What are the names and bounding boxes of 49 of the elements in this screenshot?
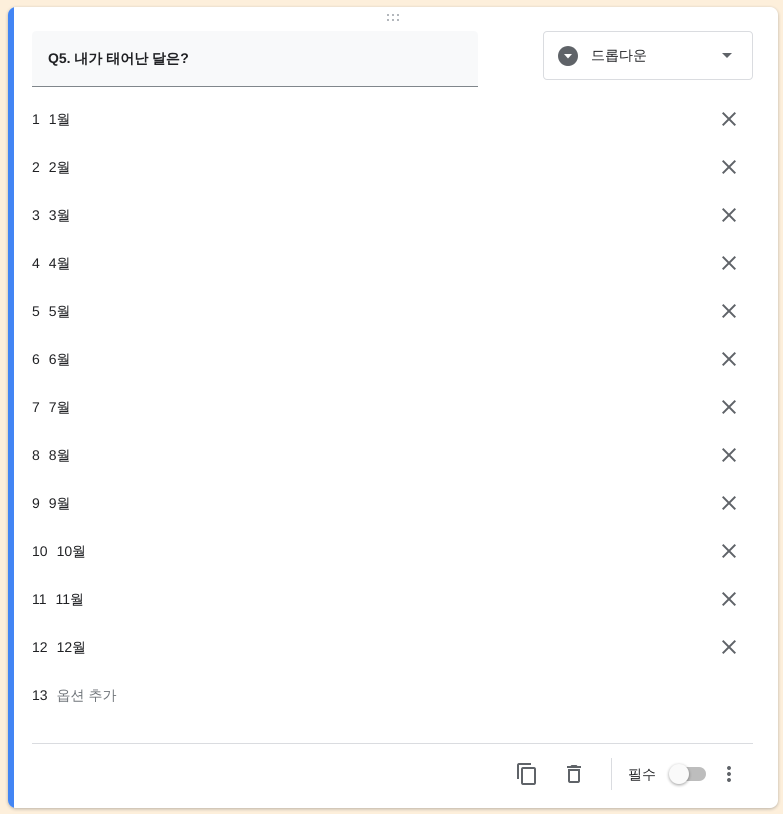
option-label[interactable]: 10월 bbox=[56, 540, 86, 562]
option-label[interactable]: 3월 bbox=[48, 204, 71, 226]
option-label[interactable]: 5월 bbox=[48, 300, 71, 322]
option-label[interactable]: 12월 bbox=[56, 636, 86, 658]
option-label[interactable]: 8월 bbox=[48, 444, 71, 466]
option-number: 13 bbox=[32, 686, 48, 704]
drag-handle-icon[interactable] bbox=[386, 14, 398, 21]
copy-icon[interactable] bbox=[517, 763, 536, 785]
question-type-dropdown[interactable]: 드롭다운 bbox=[543, 31, 753, 80]
add-option-link[interactable]: 옵션 추가 bbox=[56, 684, 116, 706]
option-number: 8 bbox=[32, 446, 40, 464]
option-label[interactable]: 7월 bbox=[48, 396, 71, 418]
option-number: 2 bbox=[32, 158, 40, 176]
option-label[interactable]: 9월 bbox=[48, 492, 71, 514]
option-label[interactable]: 2월 bbox=[48, 156, 71, 178]
close-icon[interactable] bbox=[722, 640, 736, 654]
option-number: 1 bbox=[32, 110, 40, 128]
close-icon[interactable] bbox=[722, 304, 736, 318]
close-icon[interactable] bbox=[722, 352, 736, 366]
close-icon[interactable] bbox=[722, 112, 736, 126]
close-icon[interactable] bbox=[722, 208, 736, 222]
option-number: 9 bbox=[32, 494, 40, 512]
question-title-field[interactable]: Q5. 내가 태어난 달은? bbox=[32, 31, 478, 87]
option-label[interactable]: 4월 bbox=[48, 252, 71, 274]
option-label[interactable]: 11월 bbox=[56, 588, 84, 610]
option-number: 6 bbox=[32, 350, 40, 368]
close-icon[interactable] bbox=[722, 448, 736, 462]
option-label[interactable]: 6월 bbox=[48, 348, 71, 370]
required-toggle[interactable] bbox=[669, 764, 706, 784]
delete-icon[interactable] bbox=[567, 765, 581, 783]
dropdown-circle-icon bbox=[558, 46, 578, 66]
close-icon[interactable] bbox=[722, 160, 736, 174]
option-number: 3 bbox=[32, 206, 40, 224]
option-number: 4 bbox=[32, 254, 40, 272]
more-icon[interactable] bbox=[727, 766, 731, 782]
required-label: 필수 bbox=[628, 764, 656, 784]
option-number: 12 bbox=[32, 638, 48, 656]
option-number: 10 bbox=[32, 542, 48, 560]
option-number: 5 bbox=[32, 302, 40, 320]
option-number: 11 bbox=[32, 590, 47, 608]
question-type-label: 드롭다운 bbox=[591, 46, 648, 65]
caret-icon bbox=[722, 53, 732, 58]
close-icon[interactable] bbox=[722, 256, 736, 270]
close-icon[interactable] bbox=[722, 544, 736, 558]
option-label[interactable]: 1월 bbox=[48, 108, 71, 130]
close-icon[interactable] bbox=[722, 592, 736, 606]
option-number: 7 bbox=[32, 398, 40, 416]
close-icon[interactable] bbox=[722, 400, 736, 414]
close-icon[interactable] bbox=[722, 496, 736, 510]
